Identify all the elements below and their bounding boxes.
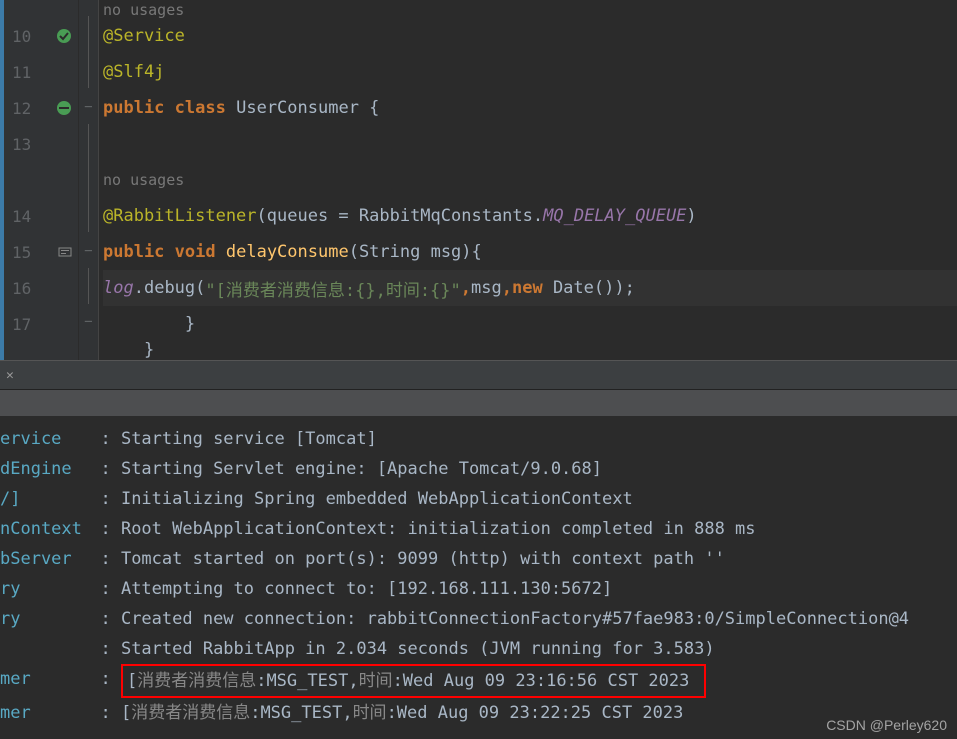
log-message: Attempting to connect to: [192.168.111.1… [121, 574, 612, 604]
fold-marker [79, 16, 98, 52]
log-line: /] : Initializing Spring embedded WebApp… [0, 484, 957, 514]
annotation: @RabbitListener [103, 206, 257, 226]
log-message: [消费者消费信息:MSG_TEST,时间:Wed Aug 09 23:16:56… [121, 664, 706, 698]
log-class-name: ry [0, 574, 80, 604]
code-line[interactable]: no usages [103, 162, 957, 198]
log-class-name: mer [0, 698, 80, 728]
log-line: mer : [消费者消费信息:MSG_TEST,时间:Wed Aug 09 23… [0, 664, 957, 698]
log-line: bServer : Tomcat started on port(s): 909… [0, 544, 957, 574]
fold-marker [79, 268, 98, 304]
log-line: nContext : Root WebApplicationContext: i… [0, 514, 957, 544]
fold-toggle[interactable] [79, 88, 98, 124]
log-class-name: nContext [0, 514, 80, 544]
annotation: @Service [103, 26, 185, 46]
code-line[interactable]: @RabbitListener(queues = RabbitMqConstan… [103, 198, 957, 234]
watermark: CSDN @Perley620 [826, 717, 947, 733]
code-line-current[interactable]: log.debug("[消费者消费信息:{},时间:{}",msg,new Da… [103, 270, 957, 306]
console-output[interactable]: ervice : Starting service [Tomcat]dEngin… [0, 416, 957, 736]
code-area[interactable]: no usages @Service @Slf4j public class U… [99, 0, 957, 360]
tool-panel-header[interactable]: ✕ [0, 360, 957, 390]
log-line: mer : [消费者消费信息:MSG_TEST,时间:Wed Aug 09 23… [0, 698, 957, 728]
method-hint-icon [58, 245, 72, 259]
log-line: ry : Attempting to connect to: [192.168.… [0, 574, 957, 604]
inlay-hint: no usages [103, 171, 184, 189]
log-class-name: bServer [0, 544, 80, 574]
log-message: Starting Servlet engine: [Apache Tomcat/… [121, 454, 602, 484]
code-line[interactable]: public void delayConsume(String msg){ [103, 234, 957, 270]
gutter-line: 16 [4, 270, 78, 306]
annotation: @Slf4j [103, 62, 164, 82]
log-line: : Started RabbitApp in 2.034 seconds (JV… [0, 634, 957, 664]
log-class-name: mer [0, 664, 80, 698]
fold-marker [79, 52, 98, 88]
fold-toggle[interactable] [79, 304, 98, 340]
gutter-line: 13 [4, 126, 78, 162]
code-line[interactable]: @Slf4j [103, 54, 957, 90]
code-line[interactable]: } [103, 306, 957, 342]
inlay-hint: no usages [103, 1, 184, 19]
log-message: Root WebApplicationContext: initializati… [121, 514, 756, 544]
log-message: Tomcat started on port(s): 9099 (http) w… [121, 544, 725, 574]
log-class-name: dEngine [0, 454, 80, 484]
fold-column[interactable] [79, 0, 99, 360]
log-class-name: /] [0, 484, 80, 514]
status-ok-icon [56, 28, 72, 44]
fold-marker [79, 196, 98, 232]
panel-filler [0, 390, 957, 416]
gutter-line: 14 [4, 198, 78, 234]
code-editor[interactable]: 10 11 12 13 14 15 16 17 [0, 0, 957, 360]
gutter: 10 11 12 13 14 15 16 17 [4, 0, 79, 360]
log-message: Created new connection: rabbitConnection… [121, 604, 909, 634]
log-message: Started RabbitApp in 2.034 seconds (JVM … [121, 634, 715, 664]
code-line[interactable]: @Service [103, 18, 957, 54]
code-line[interactable]: public class UserConsumer { [103, 90, 957, 126]
fold-marker [79, 160, 98, 196]
log-message: Starting service [Tomcat] [121, 424, 377, 454]
gutter-line: 11 [4, 54, 78, 90]
code-line[interactable]: } [103, 342, 957, 358]
gutter-line: 12 [4, 90, 78, 126]
gutter-line [4, 342, 78, 358]
log-class-name [0, 634, 80, 664]
log-class-name: ervice [0, 424, 80, 454]
log-message: [消费者消费信息:MSG_TEST,时间:Wed Aug 09 23:22:25… [121, 698, 683, 728]
log-line: dEngine : Starting Servlet engine: [Apac… [0, 454, 957, 484]
class-status-icon [56, 100, 72, 116]
code-line[interactable] [103, 126, 957, 162]
gutter-line [4, 162, 78, 198]
fold-marker [79, 124, 98, 160]
gutter-line: 15 [4, 234, 78, 270]
gutter-line [4, 2, 78, 18]
gutter-line: 10 [4, 18, 78, 54]
log-line: ervice : Starting service [Tomcat] [0, 424, 957, 454]
log-class-name: ry [0, 604, 80, 634]
log-line: ry : Created new connection: rabbitConne… [0, 604, 957, 634]
log-message: Initializing Spring embedded WebApplicat… [121, 484, 633, 514]
close-icon[interactable]: ✕ [6, 368, 14, 383]
gutter-line: 17 [4, 306, 78, 342]
fold-toggle[interactable] [79, 232, 98, 268]
